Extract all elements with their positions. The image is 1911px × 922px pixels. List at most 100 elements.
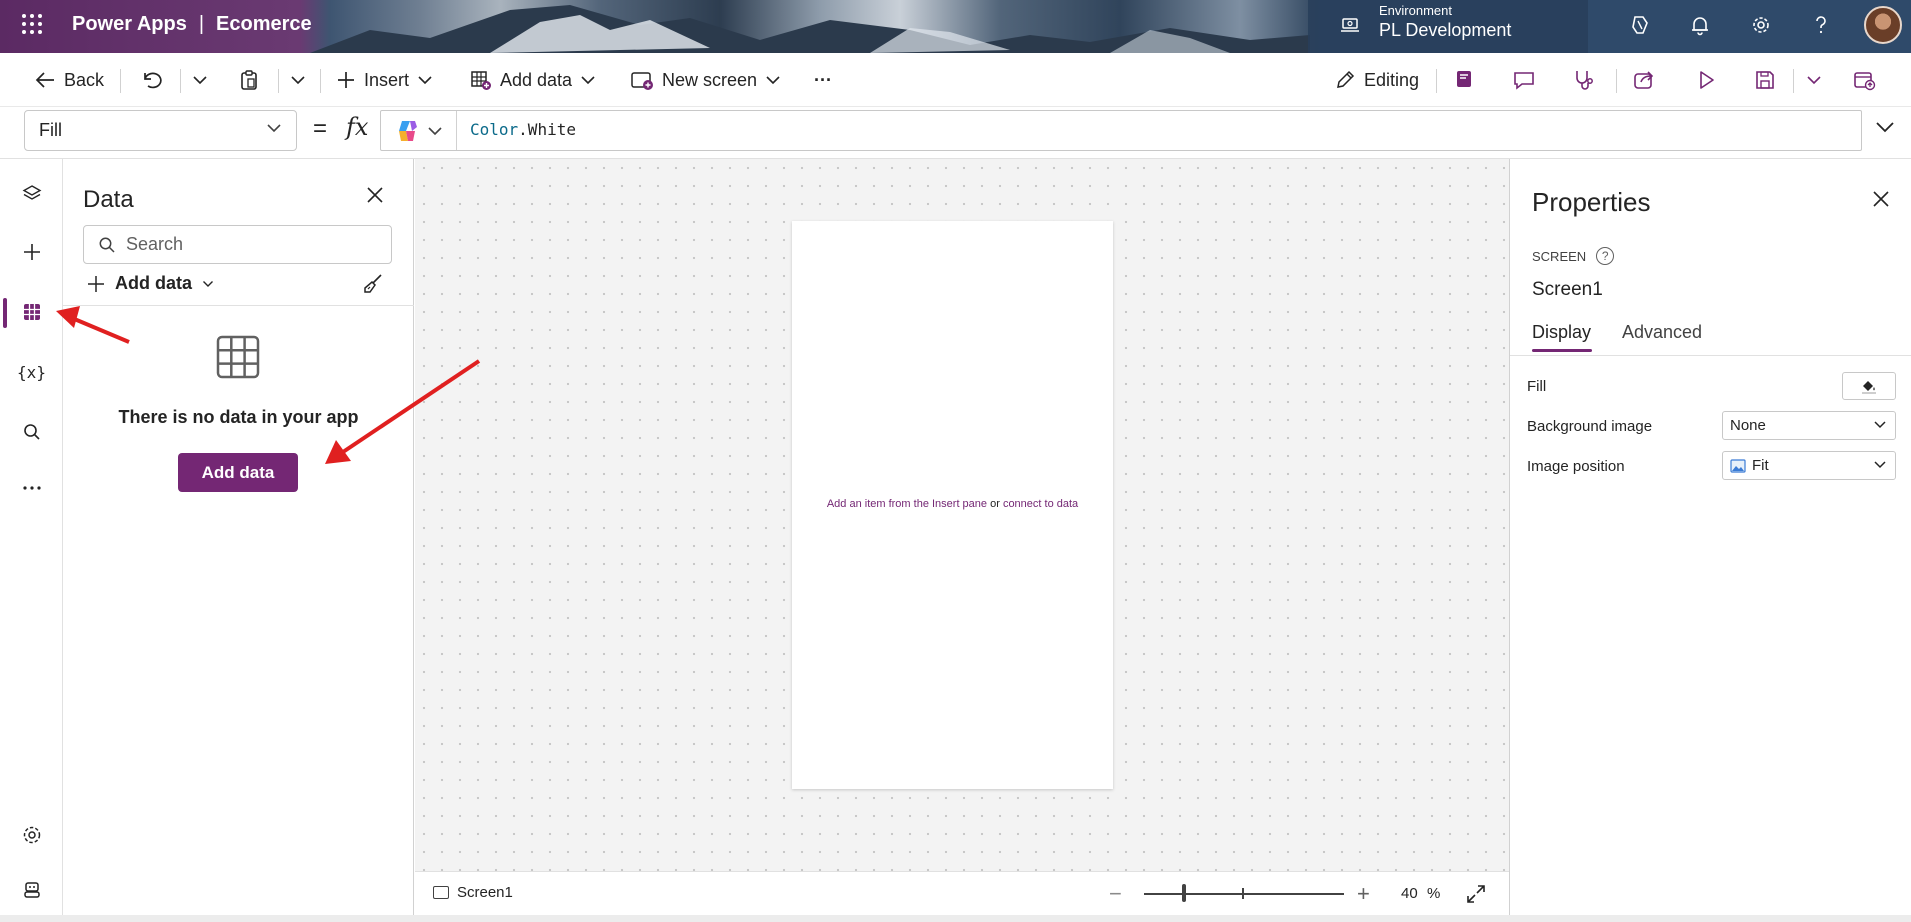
chevron-down-icon [203, 280, 214, 287]
fill-label: Fill [1527, 378, 1547, 395]
undo-button[interactable] [140, 65, 162, 95]
insert-button[interactable]: Insert [336, 65, 433, 95]
help-icon[interactable] [1808, 12, 1834, 38]
help-icon[interactable]: ? [1596, 247, 1615, 265]
more-commands-button[interactable]: ··· [814, 65, 832, 95]
variables-pane-button[interactable]: {x} [0, 350, 63, 394]
settings-gear-icon[interactable] [1748, 12, 1774, 38]
image-position-value: Fit [1752, 457, 1769, 474]
background-image-value: None [1730, 417, 1766, 434]
fit-to-window-icon[interactable] [1466, 884, 1486, 904]
insert-pane-link[interactable]: Add an item from the Insert pane [827, 498, 987, 510]
copilot-formula-button[interactable] [381, 111, 457, 150]
add-data-link[interactable]: Add data [87, 273, 214, 294]
environment-name[interactable]: PL Development [1379, 20, 1511, 41]
close-icon[interactable] [366, 186, 384, 204]
close-icon[interactable] [1872, 190, 1890, 208]
background-image-dropdown[interactable]: None [1722, 411, 1896, 440]
app-name[interactable]: Ecomerce [216, 13, 312, 35]
environment-label: Environment [1379, 3, 1452, 18]
screen-icon [433, 886, 449, 899]
zoom-slider-thumb[interactable] [1182, 884, 1186, 902]
paste-button[interactable] [238, 65, 260, 95]
more-options-button[interactable] [0, 466, 63, 510]
comments-button[interactable] [1512, 65, 1536, 95]
zoom-in-button[interactable]: + [1357, 881, 1370, 907]
zoom-out-button[interactable]: − [1109, 881, 1122, 907]
app-title: Power Apps | Ecomerce [72, 13, 312, 36]
app-launcher-icon[interactable] [22, 14, 42, 34]
hint-or-text: or [990, 498, 1000, 510]
zoom-slider-tick [1242, 888, 1244, 899]
formula-text[interactable]: Color.White [470, 120, 576, 139]
command-bar: Back Insert Add data New screen ··· Edit… [0, 53, 1911, 107]
preview-play-button[interactable] [1694, 65, 1718, 95]
property-selector[interactable]: Fill [24, 110, 297, 151]
data-pane: Data Search Add data There is no data in… [63, 159, 414, 922]
plus-icon [23, 244, 40, 260]
undo-icon [144, 72, 162, 89]
data-pane-button[interactable] [0, 290, 63, 334]
connect-to-data-link[interactable]: connect to data [1003, 498, 1078, 510]
image-position-dropdown[interactable]: Fit [1722, 451, 1896, 480]
background-image-label: Background image [1527, 418, 1653, 435]
settings-button[interactable] [0, 813, 63, 857]
zoom-slider[interactable] [1144, 893, 1344, 895]
expand-formula-bar-icon[interactable] [1874, 120, 1896, 134]
new-screen-button[interactable]: New screen [630, 65, 781, 95]
control-type-label: SCREEN [1532, 248, 1587, 264]
zoom-value[interactable]: 40 [1401, 885, 1418, 902]
tab-display[interactable]: Display [1532, 322, 1591, 343]
insert-pane-button[interactable] [0, 230, 63, 274]
product-name: Power Apps [72, 13, 187, 35]
formula-input[interactable]: Color.White [380, 110, 1862, 151]
settings-gear-icon [23, 826, 40, 844]
app-screen-preview[interactable]: Add an item from the Insert pane or conn… [792, 221, 1113, 789]
paste-dropdown-button[interactable] [290, 65, 306, 95]
window-bottom-edge [0, 915, 1911, 922]
pencil-icon [1337, 70, 1355, 88]
tree-view-button[interactable] [0, 171, 63, 215]
chevron-down-icon [766, 76, 780, 85]
save-options-dropdown[interactable] [1806, 65, 1822, 95]
design-canvas[interactable]: Add an item from the Insert pane or conn… [415, 159, 1509, 871]
header-background-image [310, 5, 1310, 53]
screen-selector[interactable]: Screen1 [433, 884, 513, 901]
clear-brush-icon[interactable] [361, 272, 385, 296]
data-search-input[interactable]: Search [83, 225, 392, 264]
data-grid-icon [23, 304, 40, 320]
save-button[interactable] [1754, 65, 1776, 95]
tab-advanced[interactable]: Advanced [1622, 322, 1702, 343]
copilot-icon [398, 120, 417, 141]
paint-bucket-icon [1862, 381, 1876, 394]
add-data-command[interactable]: Add data [470, 65, 596, 95]
publish-button[interactable] [1852, 65, 1876, 95]
search-pane-button[interactable] [0, 410, 63, 454]
user-avatar[interactable] [1864, 6, 1902, 44]
save-icon [1756, 71, 1774, 89]
copilot-icon[interactable] [1627, 12, 1653, 38]
notifications-bell-icon[interactable] [1687, 12, 1713, 38]
back-button[interactable]: Back [34, 65, 104, 95]
app-checker-book-button[interactable] [1452, 65, 1476, 95]
add-data-button[interactable]: Add data [178, 453, 298, 492]
share-button[interactable] [1632, 65, 1656, 95]
add-data-label: Add data [500, 69, 573, 90]
undo-dropdown-button[interactable] [192, 65, 208, 95]
divider [63, 305, 414, 306]
virtual-agent-button[interactable] [0, 868, 63, 912]
search-placeholder: Search [126, 234, 184, 254]
divider [1436, 69, 1437, 93]
property-selector-value: Fill [39, 120, 62, 140]
divider [320, 69, 321, 93]
plus-icon [88, 275, 104, 292]
app-checker-button[interactable] [1572, 65, 1596, 95]
publish-icon [1854, 72, 1876, 91]
canvas-status-bar: Screen1 − + 40 % [415, 871, 1509, 915]
fill-color-picker[interactable] [1842, 372, 1896, 400]
add-data-link-label: Add data [115, 273, 193, 293]
editing-mode-button[interactable]: Editing [1334, 65, 1419, 95]
image-position-label: Image position [1527, 458, 1625, 475]
selected-control-name[interactable]: Screen1 [1532, 279, 1603, 301]
divider [1616, 69, 1617, 93]
